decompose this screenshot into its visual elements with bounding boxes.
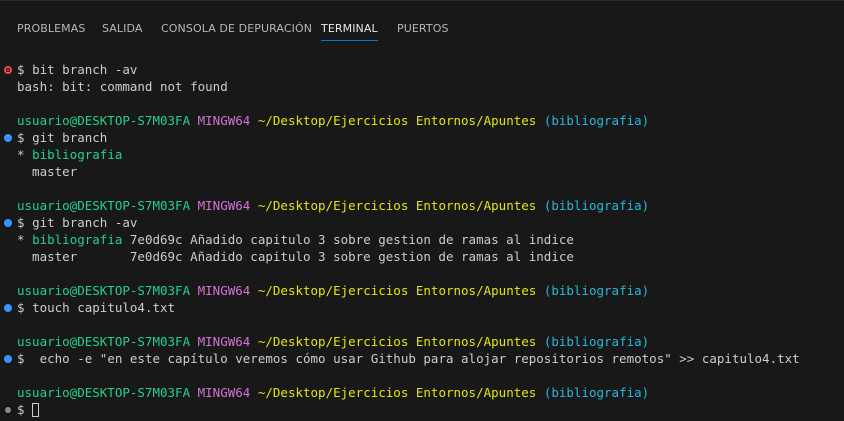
terminal-prompt-line: usuario@DESKTOP-S7M03FA MINGW64 ~/Deskto… — [0, 384, 844, 401]
command-text: echo -e "en este capítulo veremos cómo u… — [32, 351, 800, 366]
terminal-output-line: master — [17, 164, 78, 179]
terminal-prompt-line: usuario@DESKTOP-S7M03FA MINGW64 ~/Deskto… — [0, 333, 844, 350]
prompt-system: MINGW64 — [197, 198, 251, 213]
terminal-prompt-line: usuario@DESKTOP-S7M03FA MINGW64 ~/Deskto… — [0, 282, 844, 299]
terminal-command-line: $ echo -e "en este capítulo veremos cómo… — [0, 350, 844, 367]
terminal-command-line: $ touch capitulo4.txt — [0, 299, 844, 316]
prompt-system: MINGW64 — [197, 334, 251, 349]
terminal-output-line: bash: bit: command not found — [17, 79, 228, 94]
prompt-user-host: usuario@DESKTOP-S7M03FA — [17, 113, 191, 128]
prompt-path: ~/Desktop/Ejercicios Entornos/Apuntes — [257, 198, 537, 213]
prompt-user-host: usuario@DESKTOP-S7M03FA — [17, 198, 191, 213]
command-text: git branch — [32, 130, 108, 145]
terminal-prompt-line: usuario@DESKTOP-S7M03FA MINGW64 ~/Deskto… — [0, 112, 844, 129]
tab-ports[interactable]: PUERTOS — [397, 22, 449, 35]
prompt-path: ~/Desktop/Ejercicios Entornos/Apuntes — [257, 283, 537, 298]
prompt-branch: (bibliografia) — [543, 283, 650, 298]
current-branch: bibliografia — [32, 147, 123, 162]
command-text: bit branch -av — [32, 62, 138, 77]
terminal-prompt-line: usuario@DESKTOP-S7M03FA MINGW64 ~/Deskto… — [0, 197, 844, 214]
prompt-branch: (bibliografia) — [543, 385, 650, 400]
prompt-system: MINGW64 — [197, 113, 251, 128]
command-pending-icon — [5, 406, 11, 413]
terminal-command-line: $ git branch — [0, 129, 844, 146]
command-success-icon[interactable] — [4, 354, 12, 363]
terminal-output-line: master 7e0d69c Añadido capitulo 3 sobre … — [17, 249, 574, 264]
prompt-system: MINGW64 — [197, 283, 251, 298]
terminal-output-line: * bibliografia — [17, 147, 123, 162]
terminal-output-line: * bibliografia 7e0d69c Añadido capitulo … — [17, 232, 574, 247]
prompt-path: ~/Desktop/Ejercicios Entornos/Apuntes — [257, 113, 537, 128]
prompt-branch: (bibliografia) — [543, 198, 650, 213]
prompt-system: MINGW64 — [197, 385, 251, 400]
prompt-branch: (bibliografia) — [543, 334, 650, 349]
terminal-cursor[interactable] — [32, 403, 40, 417]
prompt-branch: (bibliografia) — [543, 113, 650, 128]
current-branch: bibliografia — [32, 232, 123, 247]
terminal-command-line: $ git branch -av — [0, 214, 844, 231]
panel-tab-bar: PROBLEMAS SALIDA CONSOLA DE DEPURACIÓN T… — [0, 1, 844, 41]
prompt-user-host: usuario@DESKTOP-S7M03FA — [17, 385, 191, 400]
command-error-icon[interactable] — [4, 65, 12, 74]
command-text: touch capitulo4.txt — [32, 300, 176, 315]
command-success-icon[interactable] — [4, 303, 12, 312]
tab-problems[interactable]: PROBLEMAS — [17, 22, 85, 35]
prompt-path: ~/Desktop/Ejercicios Entornos/Apuntes — [257, 385, 537, 400]
terminal-panel: PROBLEMAS SALIDA CONSOLA DE DEPURACIÓN T… — [0, 0, 844, 421]
prompt-user-host: usuario@DESKTOP-S7M03FA — [17, 283, 191, 298]
prompt-path: ~/Desktop/Ejercicios Entornos/Apuntes — [257, 334, 537, 349]
terminal-command-line: $ bit branch -av — [0, 61, 844, 78]
terminal-input-line[interactable]: $ — [0, 401, 844, 418]
command-success-icon[interactable] — [4, 218, 12, 227]
prompt-user-host: usuario@DESKTOP-S7M03FA — [17, 334, 191, 349]
tab-terminal[interactable]: TERMINAL — [321, 22, 378, 41]
terminal-output[interactable]: $ bit branch -av bash: bit: command not … — [0, 61, 844, 418]
tab-debug-console[interactable]: CONSOLA DE DEPURACIÓN — [161, 22, 312, 35]
tab-output[interactable]: SALIDA — [102, 22, 143, 35]
command-success-icon[interactable] — [4, 133, 12, 142]
command-text: git branch -av — [32, 215, 138, 230]
